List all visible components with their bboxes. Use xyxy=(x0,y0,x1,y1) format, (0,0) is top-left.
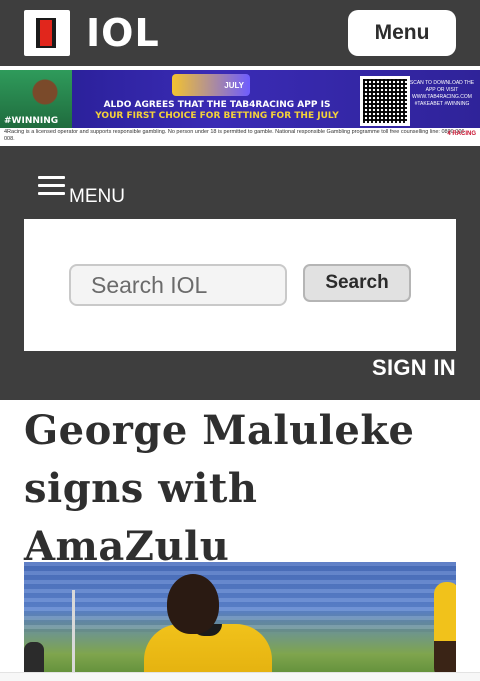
ad-headline-line-2: YOUR FIRST CHOICE FOR BETTING FOR THE JU… xyxy=(95,111,339,121)
site-logo-text[interactable]: IOL xyxy=(86,10,160,56)
ad-july-badge: JULY xyxy=(172,74,250,96)
sign-in-link[interactable]: SIGN IN xyxy=(372,355,456,381)
qr-code-icon xyxy=(360,76,410,126)
ad-headline-line-1: ALDO AGREES THAT THE TAB4RACING APP IS xyxy=(103,100,331,110)
ad-scan-text: SCAN TO DOWNLOAD THE APP OR VISIT WWW.TA… xyxy=(409,80,475,107)
ad-side-tag: #WINNING xyxy=(4,116,59,126)
ad-headline: ALDO AGREES THAT THE TAB4RACING APP IS Y… xyxy=(86,100,348,122)
advertisement-banner[interactable]: #WINNING JULY ALDO AGREES THAT THE TAB4R… xyxy=(0,70,480,144)
article-hero-image[interactable] xyxy=(24,562,456,680)
nav-menu-label[interactable]: MENU xyxy=(69,186,125,208)
hamburger-menu-icon[interactable] xyxy=(38,176,65,196)
search-input[interactable] xyxy=(69,264,287,306)
ad-disclaimer: 4Racing is a licensed operator and suppo… xyxy=(0,128,480,144)
article-title: George Maluleke signs with AmaZulu xyxy=(24,407,415,570)
menu-button[interactable]: Menu xyxy=(348,10,456,56)
search-button[interactable]: Search xyxy=(303,264,411,302)
ad-sponsor-logos: 4 RACING xyxy=(447,131,476,137)
iol-logo-icon[interactable] xyxy=(24,10,70,56)
